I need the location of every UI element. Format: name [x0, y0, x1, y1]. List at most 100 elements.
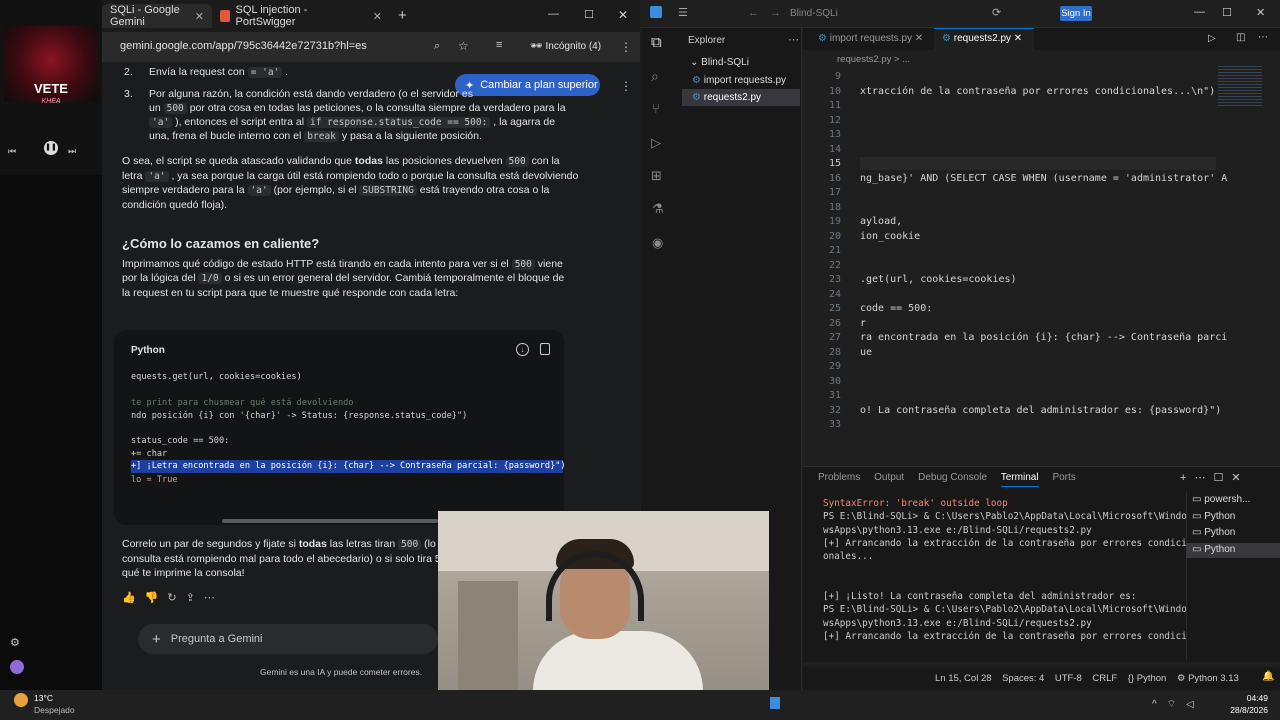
terminal-list-item[interactable]: ▭ powersh...	[1192, 494, 1250, 505]
tab-problems[interactable]: Problems	[818, 472, 860, 483]
command-center[interactable]: Blind-SQLi	[790, 8, 838, 19]
back-icon[interactable]: ←	[748, 7, 759, 19]
python-version[interactable]: Python 3.13	[1188, 673, 1239, 684]
close-icon[interactable]: ✕	[915, 33, 923, 44]
close-icon[interactable]: ✕	[373, 10, 382, 23]
current-line-highlight	[860, 157, 1216, 170]
breadcrumb[interactable]: requests2.py > ...	[837, 54, 910, 65]
file-item[interactable]: ⚙ import requests.py	[692, 75, 786, 86]
star-icon[interactable]: ☆	[458, 39, 469, 53]
tab-terminal[interactable]: Terminal	[1000, 472, 1039, 487]
forward-icon[interactable]: →	[770, 7, 781, 19]
encoding[interactable]: UTF-8	[1055, 673, 1082, 684]
close-window-icon[interactable]: ✕	[1256, 6, 1265, 19]
clock-date[interactable]: 28/8/2026	[1222, 705, 1268, 715]
line-number: 13	[828, 129, 841, 140]
sign-in-button[interactable]: Sign In	[1060, 6, 1092, 21]
folder-item[interactable]: ⌄ Blind-SQLi	[690, 57, 749, 68]
volume-icon[interactable]: ◁	[1186, 699, 1204, 710]
terminal-list-item[interactable]: ▭ Python	[1192, 527, 1235, 538]
notifications-icon[interactable]: 🔔	[1262, 671, 1274, 682]
horizontal-scrollbar[interactable]	[222, 519, 438, 523]
terminal-line: PS E:\Blind-SQLi> & C:\Users\Pablo2\AppD…	[823, 604, 1187, 616]
language-mode[interactable]: Python	[1137, 673, 1167, 684]
pause-icon[interactable]: ❚❚	[44, 141, 58, 155]
more-options-icon[interactable]: ⋮	[620, 79, 632, 93]
new-terminal-icon[interactable]: +	[1180, 472, 1194, 484]
line-number: 11	[828, 100, 841, 111]
python-file-icon: ⚙	[818, 33, 827, 44]
line-number: 21	[828, 245, 841, 256]
run-debug-icon[interactable]: ▷	[651, 135, 661, 151]
close-icon[interactable]: ✕	[1231, 472, 1248, 484]
reading-list-icon[interactable]: ≡	[496, 39, 502, 51]
copy-icon[interactable]	[540, 343, 550, 355]
close-window-icon[interactable]: ✕	[618, 8, 628, 22]
sync-icon[interactable]: ⟳	[992, 6, 1001, 19]
cursor-position[interactable]: Ln 15, Col 28	[935, 673, 992, 684]
minimize-icon[interactable]: —	[548, 8, 559, 20]
editor-tab[interactable]: ⚙ import requests.py ✕	[818, 33, 923, 44]
explorer-icon[interactable]: ⧉	[651, 34, 662, 51]
thumbs-down-icon[interactable]: 👎	[145, 592, 168, 604]
share-icon[interactable]: ⇪	[186, 592, 204, 604]
tab-ports[interactable]: Ports	[1052, 472, 1075, 483]
tab-debug-console[interactable]: Debug Console	[918, 472, 987, 483]
previous-icon[interactable]: ⏮	[8, 146, 16, 157]
run-icon[interactable]: ▷	[1208, 33, 1216, 44]
terminal-list-item[interactable]: ▭ Python	[1192, 544, 1235, 555]
tab-gemini[interactable]: SQLi - Google Gemini ✕	[102, 4, 212, 28]
more-icon[interactable]: ⋯	[788, 33, 799, 46]
terminal-icon: ▭	[1192, 494, 1205, 505]
avatar[interactable]	[10, 660, 24, 674]
incognito-indicator[interactable]: 🕶 Incógnito (4)	[530, 41, 601, 52]
more-icon[interactable]: ⋯	[1194, 472, 1213, 484]
close-icon[interactable]: ✕	[195, 10, 204, 23]
testing-icon[interactable]: ⚗	[652, 201, 664, 217]
more-icon[interactable]: ⋯	[204, 592, 224, 604]
terminal-list-item[interactable]: ▭ Python	[1192, 511, 1235, 522]
code-editor[interactable]	[803, 66, 1280, 461]
line-number: 15	[828, 158, 841, 169]
extensions-icon[interactable]: ⊞	[651, 168, 662, 184]
clock-time[interactable]: 04:49	[1222, 693, 1268, 703]
download-icon[interactable]: ↓	[516, 343, 529, 356]
tab-output[interactable]: Output	[874, 472, 904, 483]
python-icon: ⚙	[1176, 673, 1186, 684]
next-icon[interactable]: ⏭	[68, 146, 76, 157]
minimap[interactable]	[1218, 66, 1262, 106]
python-icon[interactable]: ◉	[652, 235, 663, 251]
maximize-icon[interactable]: ☐	[584, 8, 594, 21]
search-icon[interactable]: ⌕	[651, 68, 659, 85]
prompt-input[interactable]: + Pregunta a Gemini	[138, 624, 438, 654]
terminal-line: [+] Arrancando la extracción de la contr…	[823, 537, 1187, 549]
code-line: lo = True	[131, 475, 178, 485]
url-text[interactable]: gemini.google.com/app/795c36442e72731b?h…	[120, 40, 367, 52]
minimize-icon[interactable]: —	[1194, 6, 1205, 18]
vscode-taskbar-icon[interactable]	[770, 697, 780, 709]
menu-icon[interactable]: ⋮	[620, 40, 632, 54]
close-icon[interactable]: ✕	[1014, 33, 1022, 44]
tab-portswigger[interactable]: SQL injection - PortSwigger ✕	[212, 4, 390, 28]
maximize-icon[interactable]: ☐	[1222, 6, 1232, 19]
regenerate-icon[interactable]: ↻	[167, 592, 185, 604]
paragraph-line: condición quedó floja).	[122, 199, 228, 211]
line-ending[interactable]: CRLF	[1092, 673, 1117, 684]
settings-icon[interactable]: ⚙	[10, 636, 20, 649]
upgrade-button[interactable]: ✦ Cambiar a plan superior	[455, 74, 600, 96]
more-icon[interactable]: ⋯	[1258, 32, 1268, 43]
wifi-icon[interactable]: ⌔	[1167, 699, 1186, 710]
indentation[interactable]: Spaces: 4	[1002, 673, 1044, 684]
file-item[interactable]: ⚙ requests2.py	[692, 92, 761, 103]
thumbs-up-icon[interactable]: 👍	[122, 592, 145, 604]
add-icon[interactable]: +	[152, 631, 161, 648]
split-editor-icon[interactable]: ◫	[1236, 32, 1245, 43]
line-number: 20	[828, 230, 841, 242]
zoom-icon[interactable]: ⌕	[434, 40, 440, 53]
menu-icon[interactable]: ☰	[678, 6, 688, 19]
chevron-up-icon[interactable]: ^	[1152, 699, 1167, 710]
maximize-panel-icon[interactable]: ☐	[1213, 472, 1231, 484]
new-tab-icon[interactable]: +	[398, 7, 407, 24]
editor-tab-active[interactable]: ⚙ requests2.py ✕	[942, 33, 1022, 44]
source-control-icon[interactable]: ⑂	[652, 101, 660, 116]
